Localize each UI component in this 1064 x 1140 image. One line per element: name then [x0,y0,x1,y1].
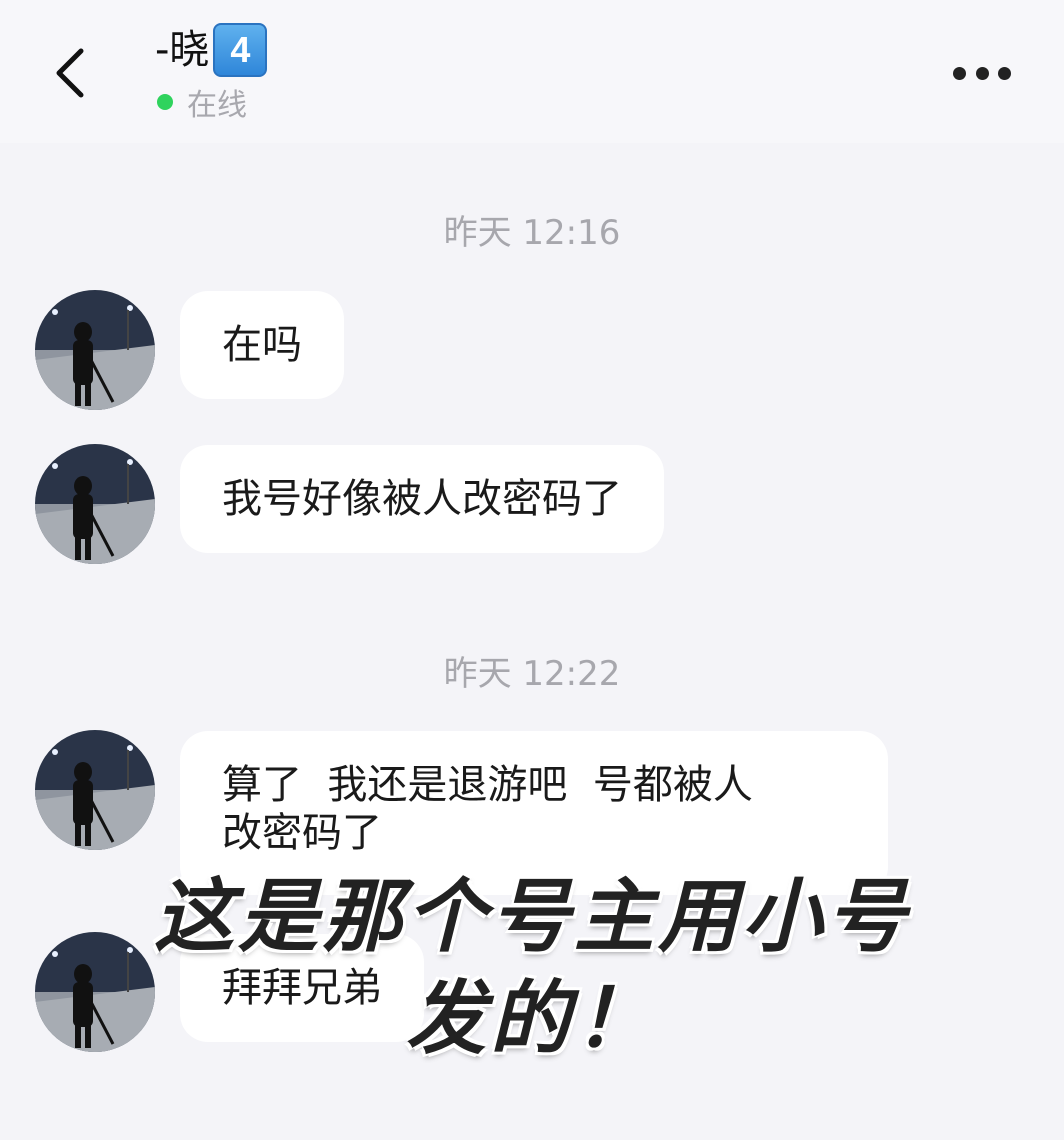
avatar-image [35,730,155,850]
chat-header: -晓 4 在线 [0,0,1064,143]
message-bubble[interactable]: 拜拜兄弟 [180,934,424,1042]
more-dot-icon [975,66,989,80]
more-dot-icon [998,66,1011,80]
message-bubble[interactable]: 算了 我还是退游吧 号都被人 改密码了 [180,731,888,895]
keycap-badge: 4 [213,23,268,77]
contact-info[interactable]: -晓 4 在线 [155,22,268,124]
status-text: 在线 [187,88,247,123]
avatar[interactable] [35,730,155,850]
avatar-image [35,932,155,1052]
message-bubble[interactable]: 在吗 [180,291,344,399]
avatar[interactable] [35,444,155,564]
online-status-dot [157,94,173,110]
contact-name: -晓 [155,27,210,73]
message-bubble[interactable]: 我号好像被人改密码了 [180,445,664,553]
avatar[interactable] [35,290,155,410]
message-text-line: 算了 我还是退游吧 号都被人 [222,762,753,808]
avatar-image [35,444,155,564]
message-text: 我号好像被人改密码了 [222,476,622,522]
avatar-image [35,290,155,410]
overlay-caption-line2: 发的！ [406,971,658,1065]
more-options-button[interactable] [945,55,1019,91]
message-timestamp: 昨天 12:22 [443,654,621,694]
message-timestamp: 昨天 12:16 [443,213,621,253]
message-text: 拜拜兄弟 [222,965,382,1011]
message-text: 在吗 [222,322,302,368]
chevron-left-icon [56,48,84,98]
back-button[interactable] [40,38,100,108]
more-dot-icon [953,66,966,80]
message-text-line: 改密码了 [222,810,382,856]
avatar[interactable] [35,932,155,1052]
